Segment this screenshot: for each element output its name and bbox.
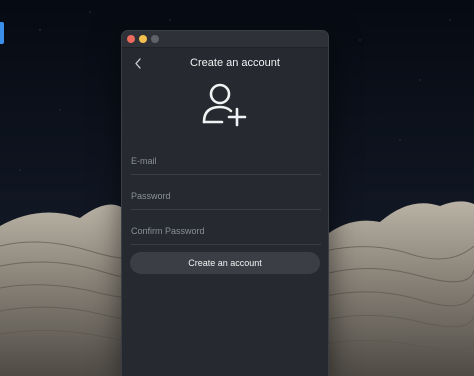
email-field[interactable] — [131, 148, 321, 175]
chevron-left-icon — [135, 57, 141, 69]
email-input[interactable] — [131, 148, 321, 174]
minimize-window-icon[interactable] — [139, 35, 147, 43]
window-titlebar[interactable] — [122, 31, 328, 48]
page-header: Create an account — [122, 53, 328, 73]
page-title: Create an account — [190, 57, 280, 69]
password-field[interactable] — [131, 183, 321, 210]
back-button[interactable] — [130, 55, 146, 71]
maximize-window-icon — [151, 35, 159, 43]
create-account-button[interactable]: Create an account — [130, 252, 320, 274]
password-input[interactable] — [131, 183, 321, 209]
add-user-icon — [200, 79, 250, 129]
desktop-edge-tab[interactable] — [0, 22, 4, 44]
confirm-password-input[interactable] — [131, 218, 321, 244]
confirm-password-field[interactable] — [131, 218, 321, 245]
app-window: Create an account Create an account — [121, 30, 329, 376]
close-window-icon[interactable] — [127, 35, 135, 43]
